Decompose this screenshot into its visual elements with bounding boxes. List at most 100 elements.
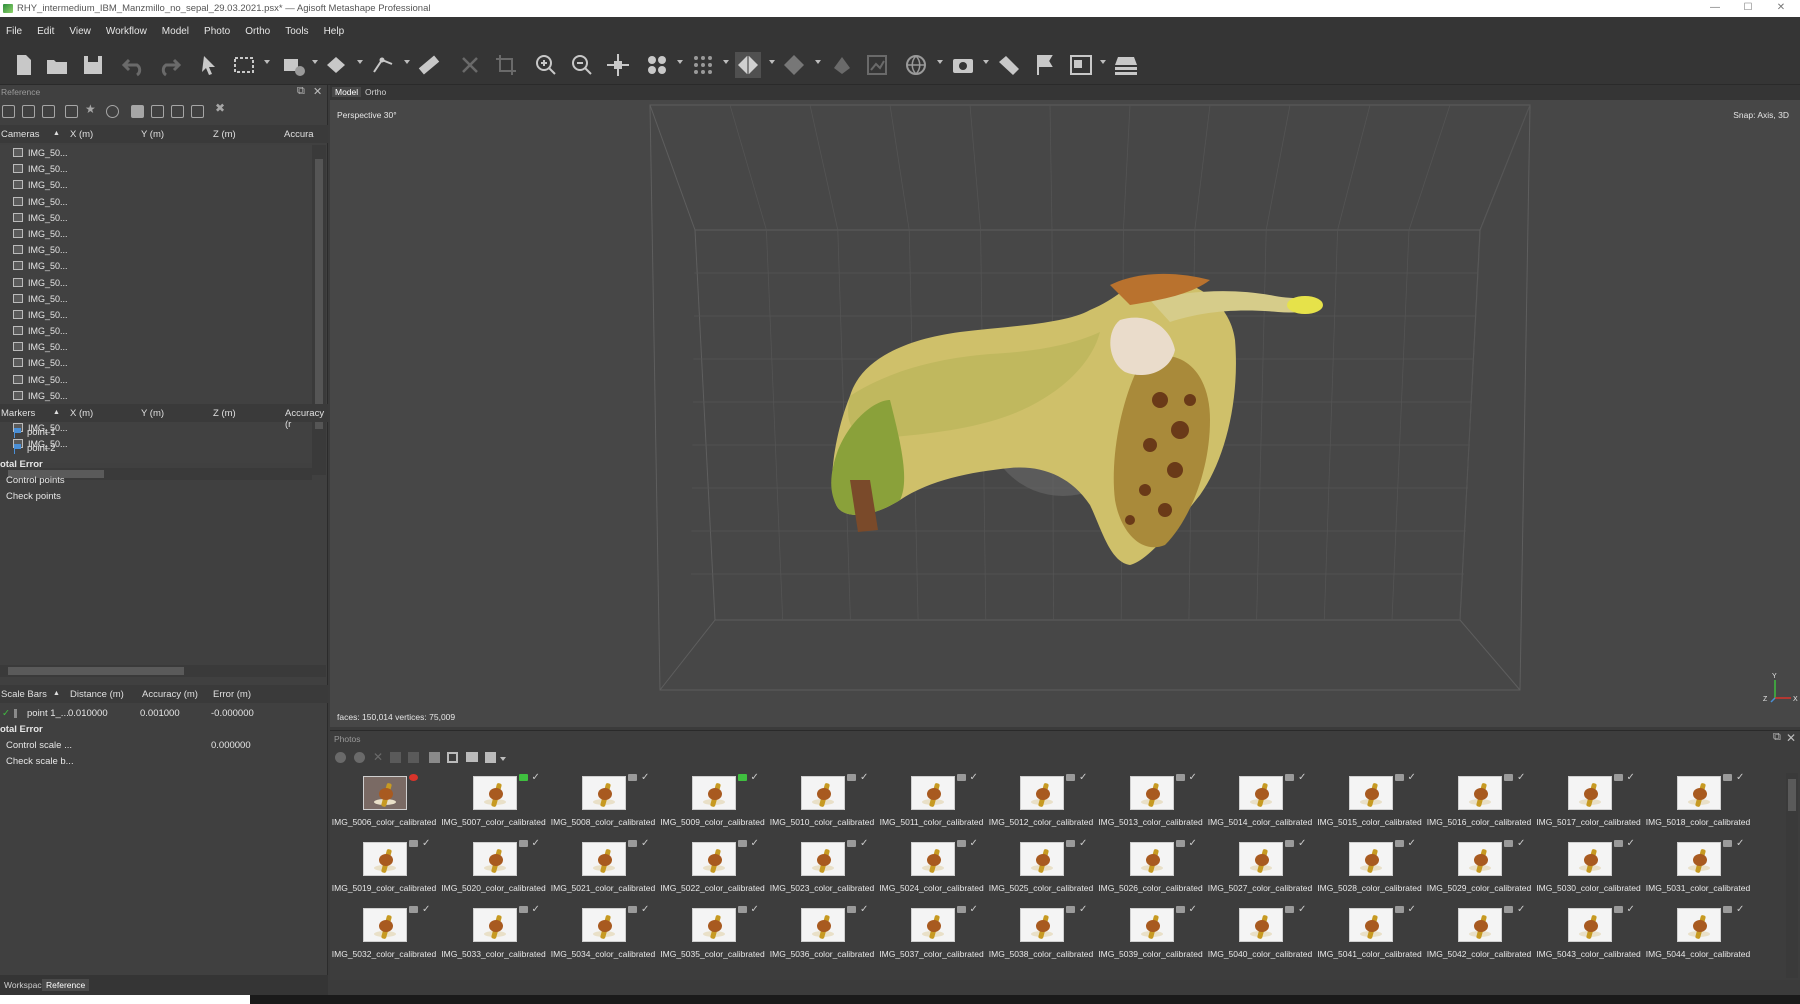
photo-item[interactable]: ✓ IMG_5020_color_calibrated xyxy=(440,837,548,897)
error-column[interactable]: Error (m) xyxy=(213,689,251,700)
markers-sort-icon[interactable]: ▲ xyxy=(53,409,60,416)
menu-photo[interactable]: Photo xyxy=(204,26,230,37)
markers-z-column[interactable]: Z (m) xyxy=(213,408,236,419)
accuracy-column[interactable]: Accura xyxy=(284,129,314,140)
photo-item[interactable]: ✓ IMG_5041_color_calibrated xyxy=(1316,903,1424,963)
photos-close-icon[interactable]: ✕ xyxy=(1786,731,1796,745)
menu-ortho[interactable]: Ortho xyxy=(245,26,270,37)
float-panel-icon[interactable]: ⧉ xyxy=(297,85,305,98)
settings-tools-icon[interactable]: ✖ xyxy=(215,101,228,115)
photo-item[interactable]: ✓ IMG_5010_color_calibrated xyxy=(768,771,876,831)
photo-item[interactable]: ✓ IMG_5013_color_calibrated xyxy=(1097,771,1205,831)
reset-transform-icon[interactable] xyxy=(191,105,204,118)
camera-row[interactable]: IMG_50... xyxy=(0,388,312,404)
navigation-pointer-icon[interactable] xyxy=(196,52,222,78)
markers-column[interactable]: Markers xyxy=(1,408,35,419)
close-panel-icon[interactable]: ✕ xyxy=(313,85,322,98)
photo-item[interactable]: ✓ IMG_5009_color_calibrated xyxy=(659,771,767,831)
photo-item[interactable]: IMG_5006_color_calibrated xyxy=(330,771,438,831)
markers-flag-icon[interactable] xyxy=(1032,52,1058,78)
menu-tools[interactable]: Tools xyxy=(285,26,308,37)
camera-row[interactable]: IMG_50... xyxy=(0,275,312,291)
photo-item[interactable]: ✓ IMG_5024_color_calibrated xyxy=(878,837,986,897)
photo-item[interactable]: ✓ IMG_5037_color_calibrated xyxy=(878,903,986,963)
scalebars-column[interactable]: Scale Bars xyxy=(1,689,47,700)
export-reference-icon[interactable] xyxy=(22,105,35,118)
crop-selection-icon[interactable] xyxy=(493,52,519,78)
delete-selection-icon[interactable] xyxy=(457,52,483,78)
resize-region-icon[interactable] xyxy=(281,52,307,78)
close-window-button[interactable]: ✕ xyxy=(1766,0,1796,17)
camera-row[interactable]: IMG_50... xyxy=(0,226,312,242)
camera-row[interactable]: IMG_50... xyxy=(0,323,312,339)
orthomosaic-icon[interactable] xyxy=(996,52,1022,78)
view-mode-icon[interactable] xyxy=(466,752,478,762)
z-column[interactable]: Z (m) xyxy=(213,129,236,140)
tab-reference[interactable]: Reference xyxy=(42,979,90,991)
layers-icon[interactable] xyxy=(1113,52,1139,78)
redo-icon[interactable] xyxy=(156,52,182,78)
camera-row[interactable]: IMG_50... xyxy=(0,372,312,388)
photo-item[interactable]: ✓ IMG_5018_color_calibrated xyxy=(1644,771,1752,831)
photo-item[interactable]: ✓ IMG_5014_color_calibrated xyxy=(1206,771,1314,831)
show-cameras-icon[interactable] xyxy=(644,52,670,78)
menu-edit[interactable]: Edit xyxy=(37,26,54,37)
model-viewport[interactable]: Perspective 30° Snap: Axis, 3D faces: 15… xyxy=(330,100,1800,727)
tab-model[interactable]: Model xyxy=(332,87,362,97)
tiled-model-icon[interactable] xyxy=(864,52,890,78)
photo-item[interactable]: ✓ IMG_5012_color_calibrated xyxy=(987,771,1095,831)
markers-accuracy-column[interactable]: Accuracy (r xyxy=(285,408,328,430)
maximize-button[interactable]: ☐ xyxy=(1733,0,1763,17)
show-dense-cloud-icon[interactable] xyxy=(690,52,716,78)
photo-item[interactable]: ✓ IMG_5019_color_calibrated xyxy=(330,837,438,897)
photo-item[interactable]: ✓ IMG_5016_color_calibrated xyxy=(1425,771,1533,831)
photo-item[interactable]: ✓ IMG_5008_color_calibrated xyxy=(549,771,657,831)
photo-item[interactable]: ✓ IMG_5035_color_calibrated xyxy=(659,903,767,963)
zoom-out-icon[interactable] xyxy=(569,52,595,78)
rotate-left-icon[interactable] xyxy=(390,752,401,763)
photo-item[interactable]: ✓ IMG_5017_color_calibrated xyxy=(1535,771,1643,831)
distance-column[interactable]: Distance (m) xyxy=(70,689,124,700)
tab-ortho[interactable]: Ortho xyxy=(362,87,389,97)
sort-ascending-icon[interactable]: ▲ xyxy=(53,130,60,137)
model-texture-icon[interactable] xyxy=(829,52,855,78)
photo-item[interactable]: ✓ IMG_5011_color_calibrated xyxy=(878,771,986,831)
photo-item[interactable]: ✓ IMG_5031_color_calibrated xyxy=(1644,837,1752,897)
photo-item[interactable]: ✓ IMG_5022_color_calibrated xyxy=(659,837,767,897)
photos-float-icon[interactable]: ⧉ xyxy=(1773,731,1781,744)
view-source-icon[interactable] xyxy=(131,105,144,118)
convert-reference-icon[interactable] xyxy=(42,105,55,118)
measure-distance-icon[interactable] xyxy=(370,52,396,78)
camera-row[interactable]: IMG_50... xyxy=(0,145,312,161)
x-column[interactable]: X (m) xyxy=(70,129,93,140)
scalebars-sort-icon[interactable]: ▲ xyxy=(53,690,60,697)
photo-item[interactable]: ✓ IMG_5042_color_calibrated xyxy=(1425,903,1533,963)
open-folder-icon[interactable] xyxy=(44,52,70,78)
markers-horizontal-scrollbar[interactable] xyxy=(0,665,326,677)
photo-item[interactable]: ✓ IMG_5028_color_calibrated xyxy=(1316,837,1424,897)
rotate-right-icon[interactable] xyxy=(408,752,419,763)
camera-row[interactable]: IMG_50... xyxy=(0,258,312,274)
ruler-icon[interactable] xyxy=(416,52,442,78)
camera-row[interactable]: IMG_50... xyxy=(0,242,312,258)
photo-item[interactable]: ✓ IMG_5027_color_calibrated xyxy=(1206,837,1314,897)
show-masks-icon[interactable] xyxy=(447,752,458,763)
photo-item[interactable]: ✓ IMG_5043_color_calibrated xyxy=(1535,903,1643,963)
model-shaded-icon[interactable] xyxy=(735,52,761,78)
photo-item[interactable]: ✓ IMG_5023_color_calibrated xyxy=(768,837,876,897)
thumbnail-size-dropdown-icon[interactable] xyxy=(500,757,506,761)
image-export-icon[interactable] xyxy=(1068,52,1094,78)
photos-scrollbar[interactable] xyxy=(1786,773,1798,978)
capture-view-icon[interactable] xyxy=(950,52,976,78)
camera-row[interactable]: IMG_50... xyxy=(0,291,312,307)
view-estimated-icon[interactable] xyxy=(151,105,164,118)
rectangle-selection-icon[interactable] xyxy=(231,52,257,78)
photo-item[interactable]: ✓ IMG_5038_color_calibrated xyxy=(987,903,1095,963)
photo-item[interactable]: ✓ IMG_5030_color_calibrated xyxy=(1535,837,1643,897)
view-errors-icon[interactable] xyxy=(171,105,184,118)
menu-workflow[interactable]: Workflow xyxy=(106,26,147,37)
reset-view-icon[interactable] xyxy=(605,52,631,78)
rotate-model-icon[interactable] xyxy=(324,52,350,78)
refresh-icon[interactable] xyxy=(106,105,119,118)
photo-item[interactable]: ✓ IMG_5036_color_calibrated xyxy=(768,903,876,963)
